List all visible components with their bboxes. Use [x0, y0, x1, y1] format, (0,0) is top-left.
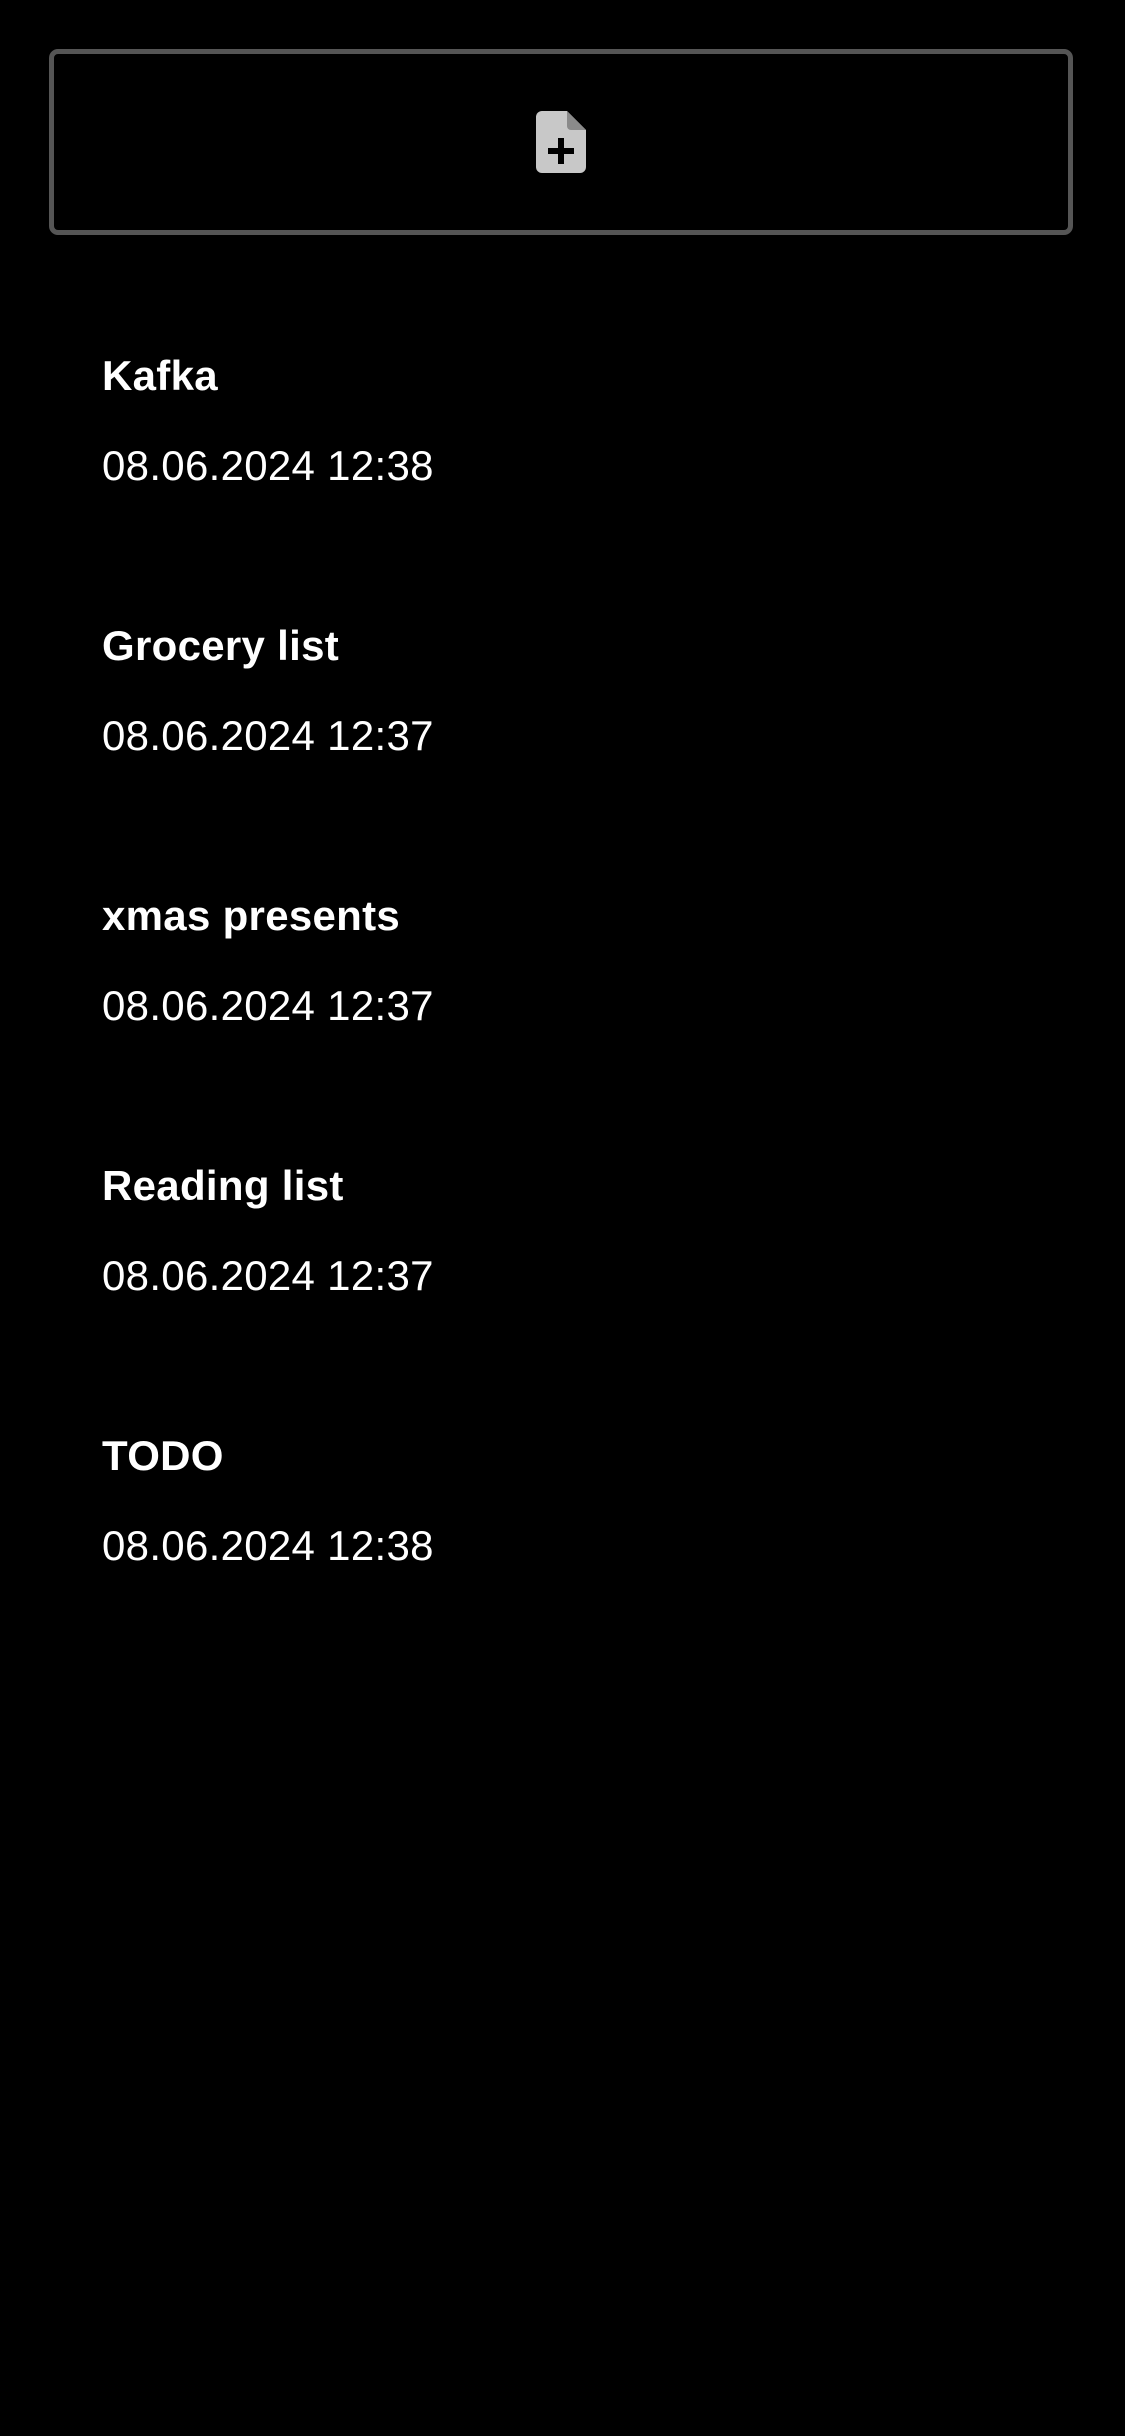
note-title: TODO — [102, 1432, 224, 1479]
list-item[interactable]: TODO 08.06.2024 12:38 — [0, 1407, 1125, 1677]
list-item[interactable]: Reading list 08.06.2024 12:37 — [0, 1137, 1125, 1407]
list-item[interactable]: xmas presents 08.06.2024 12:37 — [0, 867, 1125, 1137]
list-item[interactable]: Kafka 08.06.2024 12:38 — [0, 327, 1125, 597]
file-plus-icon — [536, 111, 586, 173]
note-date: 08.06.2024 12:37 — [102, 712, 434, 759]
note-date: 08.06.2024 12:37 — [102, 982, 434, 1029]
new-note-button[interactable] — [49, 49, 1073, 235]
note-date: 08.06.2024 12:37 — [102, 1252, 434, 1299]
notes-list: Kafka 08.06.2024 12:38 Grocery list 08.0… — [0, 327, 1125, 1677]
note-date: 08.06.2024 12:38 — [102, 1522, 434, 1569]
note-date: 08.06.2024 12:38 — [102, 442, 434, 489]
notes-screen: Kafka 08.06.2024 12:38 Grocery list 08.0… — [0, 0, 1125, 2436]
list-item[interactable]: Grocery list 08.06.2024 12:37 — [0, 597, 1125, 867]
note-title: Reading list — [102, 1162, 344, 1209]
note-title: xmas presents — [102, 892, 401, 939]
note-title: Grocery list — [102, 622, 340, 669]
note-title: Kafka — [102, 352, 218, 399]
